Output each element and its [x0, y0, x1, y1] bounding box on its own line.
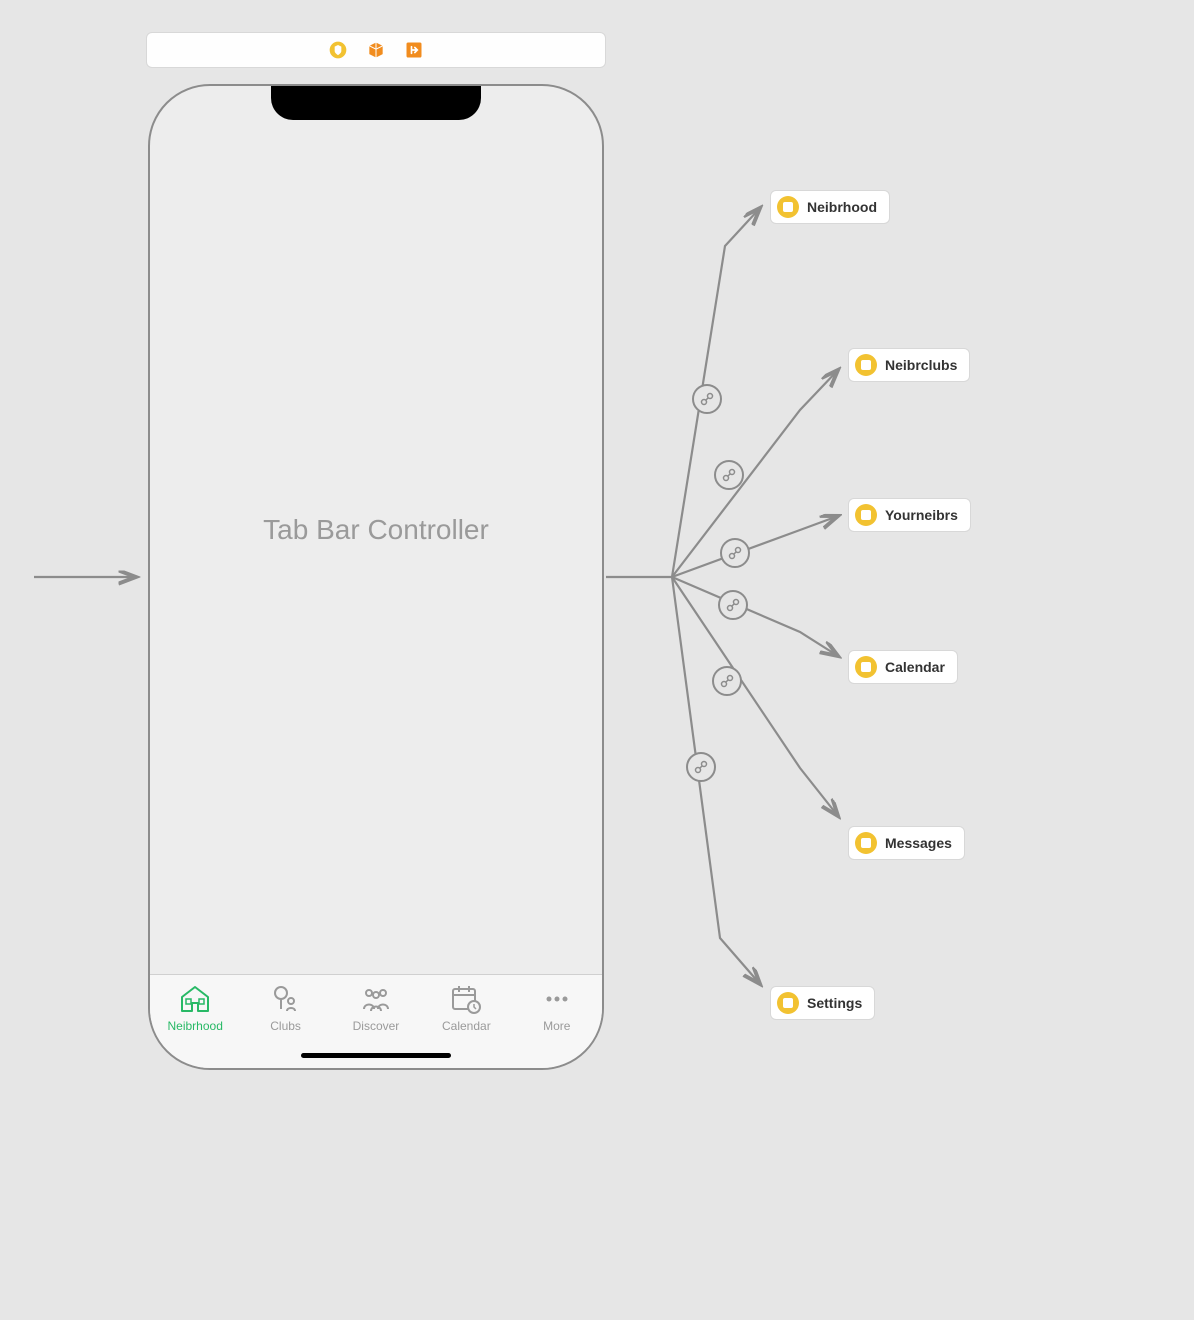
tab-label: More [543, 1019, 570, 1033]
tab-more[interactable]: More [515, 983, 599, 1068]
home-indicator [301, 1053, 451, 1058]
controller-icon [855, 504, 877, 526]
chip-label: Settings [807, 995, 862, 1011]
destination-chip-neibrclubs[interactable]: Neibrclubs [848, 348, 970, 382]
calendar-clock-icon [449, 983, 483, 1015]
screen-title: Tab Bar Controller [150, 86, 602, 974]
tab-label: Calendar [442, 1019, 491, 1033]
destination-chip-settings[interactable]: Settings [770, 986, 875, 1020]
controller-icon [777, 196, 799, 218]
destination-chip-neibrhood[interactable]: Neibrhood [770, 190, 890, 224]
shield-icon[interactable] [328, 40, 348, 60]
destination-chip-calendar[interactable]: Calendar [848, 650, 958, 684]
chip-label: Yourneibrs [885, 507, 958, 523]
house-icon [178, 983, 212, 1015]
tab-neibrhood[interactable]: Neibrhood [153, 983, 237, 1068]
destination-chip-yourneibrs[interactable]: Yourneibrs [848, 498, 971, 532]
segue-marker[interactable] [686, 752, 716, 782]
controller-icon [777, 992, 799, 1014]
segue-marker[interactable] [692, 384, 722, 414]
segue-marker[interactable] [718, 590, 748, 620]
exit-icon[interactable] [404, 40, 424, 60]
tree-people-icon [269, 983, 303, 1015]
tab-label: Clubs [270, 1019, 301, 1033]
chip-label: Neibrclubs [885, 357, 957, 373]
destination-chip-messages[interactable]: Messages [848, 826, 965, 860]
tab-label: Discover [353, 1019, 400, 1033]
chip-label: Calendar [885, 659, 945, 675]
segue-marker[interactable] [714, 460, 744, 490]
controller-icon [855, 656, 877, 678]
tab-label: Neibrhood [168, 1019, 223, 1033]
cube-icon[interactable] [366, 40, 386, 60]
controller-icon [855, 832, 877, 854]
segue-marker[interactable] [712, 666, 742, 696]
chip-label: Messages [885, 835, 952, 851]
scene-toolbar [146, 32, 606, 68]
phone-frame: Tab Bar Controller Neibrhood Clubs Disco… [148, 84, 604, 1070]
chip-label: Neibrhood [807, 199, 877, 215]
more-dots-icon [540, 983, 574, 1015]
controller-icon [855, 354, 877, 376]
segue-marker[interactable] [720, 538, 750, 568]
people-group-icon [359, 983, 393, 1015]
tab-bar: Neibrhood Clubs Discover Calendar More [150, 974, 602, 1068]
